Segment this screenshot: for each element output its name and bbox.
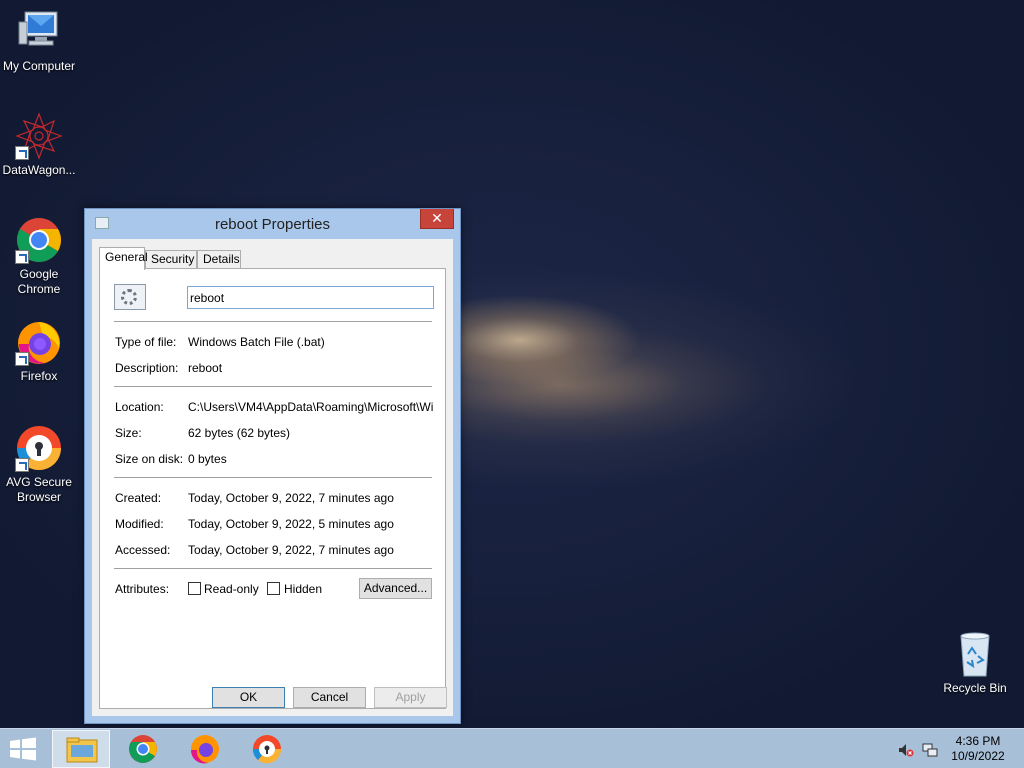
desktop-icon-firefox[interactable]: Firefox [0, 318, 78, 384]
desktop-icon-avg-secure-browser[interactable]: AVG Secure Browser [0, 424, 78, 505]
desktop-icon-label-line1: AVG Secure [6, 475, 72, 489]
desktop-icon-label: DataWagon... [2, 163, 76, 177]
dialog-titlebar[interactable]: reboot Properties ✕ [85, 209, 460, 239]
taskbar: 4:36 PM 10/9/2022 [0, 728, 1024, 768]
created-value: Today, October 9, 2022, 7 minutes ago [188, 491, 394, 505]
size-on-disk-value: 0 bytes [188, 452, 227, 466]
desktop-icon-label-line1: Google [19, 267, 59, 281]
location-value: C:\Users\VM4\AppData\Roaming\Microsoft\W… [188, 400, 434, 414]
computer-icon [15, 8, 63, 56]
ok-button[interactable]: OK [212, 687, 285, 708]
description-label: Description: [115, 361, 179, 375]
separator [114, 321, 432, 322]
start-button[interactable] [8, 737, 38, 761]
separator [114, 477, 432, 478]
avg-secure-browser-icon [15, 424, 63, 472]
read-only-label[interactable]: Read-only [204, 582, 259, 596]
modified-label: Modified: [115, 517, 164, 531]
type-of-file-label: Type of file: [115, 335, 177, 349]
advanced-button[interactable]: Advanced... [359, 578, 432, 599]
batch-file-gear-icon [114, 284, 146, 310]
speaker-muted-icon[interactable] [898, 742, 914, 758]
taskbar-file-explorer[interactable] [52, 730, 110, 768]
shortcut-arrow-icon [15, 352, 29, 366]
firefox-icon [15, 318, 63, 366]
recycle-bin-icon [951, 630, 999, 678]
file-name-input[interactable] [187, 286, 434, 309]
modified-value: Today, October 9, 2022, 5 minutes ago [188, 517, 394, 531]
clock-time: 4:36 PM [955, 734, 1001, 748]
shortcut-arrow-icon [15, 250, 29, 264]
accessed-value: Today, October 9, 2022, 7 minutes ago [188, 543, 394, 557]
dialog-client: General Security Details Type of file: W… [92, 239, 453, 716]
desktop-icon-label: Firefox [20, 369, 58, 383]
avg-secure-browser-icon [252, 735, 282, 764]
general-tab-panel: Type of file: Windows Batch File (.bat) … [99, 268, 446, 709]
size-label: Size: [115, 426, 142, 440]
separator [114, 568, 432, 569]
location-label: Location: [115, 400, 164, 414]
dialog-title: reboot Properties [214, 216, 331, 233]
windows-logo-icon [10, 737, 36, 761]
desktop-icon-my-computer[interactable]: My Computer [0, 8, 78, 74]
file-explorer-icon [66, 737, 98, 763]
clock-date: 10/9/2022 [951, 749, 1005, 763]
desktop-icon-label: Recycle Bin [943, 681, 1007, 695]
created-label: Created: [115, 491, 162, 505]
datawagon-logo-icon [15, 112, 63, 160]
read-only-checkbox[interactable] [188, 582, 201, 595]
shortcut-arrow-icon [15, 458, 29, 472]
tab-security[interactable]: Security [145, 250, 197, 269]
size-on-disk-label: Size on disk: [115, 452, 184, 466]
desktop-icon-label-line2: Chrome [17, 282, 61, 296]
close-button[interactable]: ✕ [420, 209, 454, 229]
firefox-icon [191, 735, 219, 764]
system-clock[interactable]: 4:36 PM 10/9/2022 [948, 734, 1008, 764]
desktop-icon-label-line2: Browser [16, 490, 61, 504]
hidden-checkbox[interactable] [267, 582, 280, 595]
desktop: My Computer DataWagon... Google Chrome F… [0, 0, 1024, 728]
tab-details[interactable]: Details [197, 250, 241, 269]
accessed-label: Accessed: [115, 543, 171, 557]
network-icon[interactable] [922, 742, 938, 758]
separator [114, 386, 432, 387]
properties-dialog: reboot Properties ✕ General Security Det… [84, 208, 461, 724]
desktop-icon-google-chrome[interactable]: Google Chrome [0, 216, 78, 297]
desktop-icon-label: My Computer [2, 59, 76, 73]
hidden-label[interactable]: Hidden [284, 582, 322, 596]
size-value: 62 bytes (62 bytes) [188, 426, 291, 440]
taskbar-avg-secure-browser[interactable] [238, 730, 296, 768]
desktop-icon-datawagon[interactable]: DataWagon... [0, 112, 78, 178]
apply-button[interactable]: Apply [374, 687, 447, 708]
chrome-icon [129, 735, 157, 763]
taskbar-firefox[interactable] [176, 730, 234, 768]
tab-general[interactable]: General [99, 247, 148, 270]
attributes-label: Attributes: [115, 582, 170, 596]
description-value: reboot [188, 361, 223, 375]
shortcut-arrow-icon [15, 146, 29, 160]
taskbar-google-chrome[interactable] [114, 730, 172, 768]
desktop-icon-recycle-bin[interactable]: Recycle Bin [936, 630, 1014, 696]
cancel-button[interactable]: Cancel [293, 687, 366, 708]
type-of-file-value: Windows Batch File (.bat) [188, 335, 325, 349]
chrome-icon [15, 216, 63, 264]
